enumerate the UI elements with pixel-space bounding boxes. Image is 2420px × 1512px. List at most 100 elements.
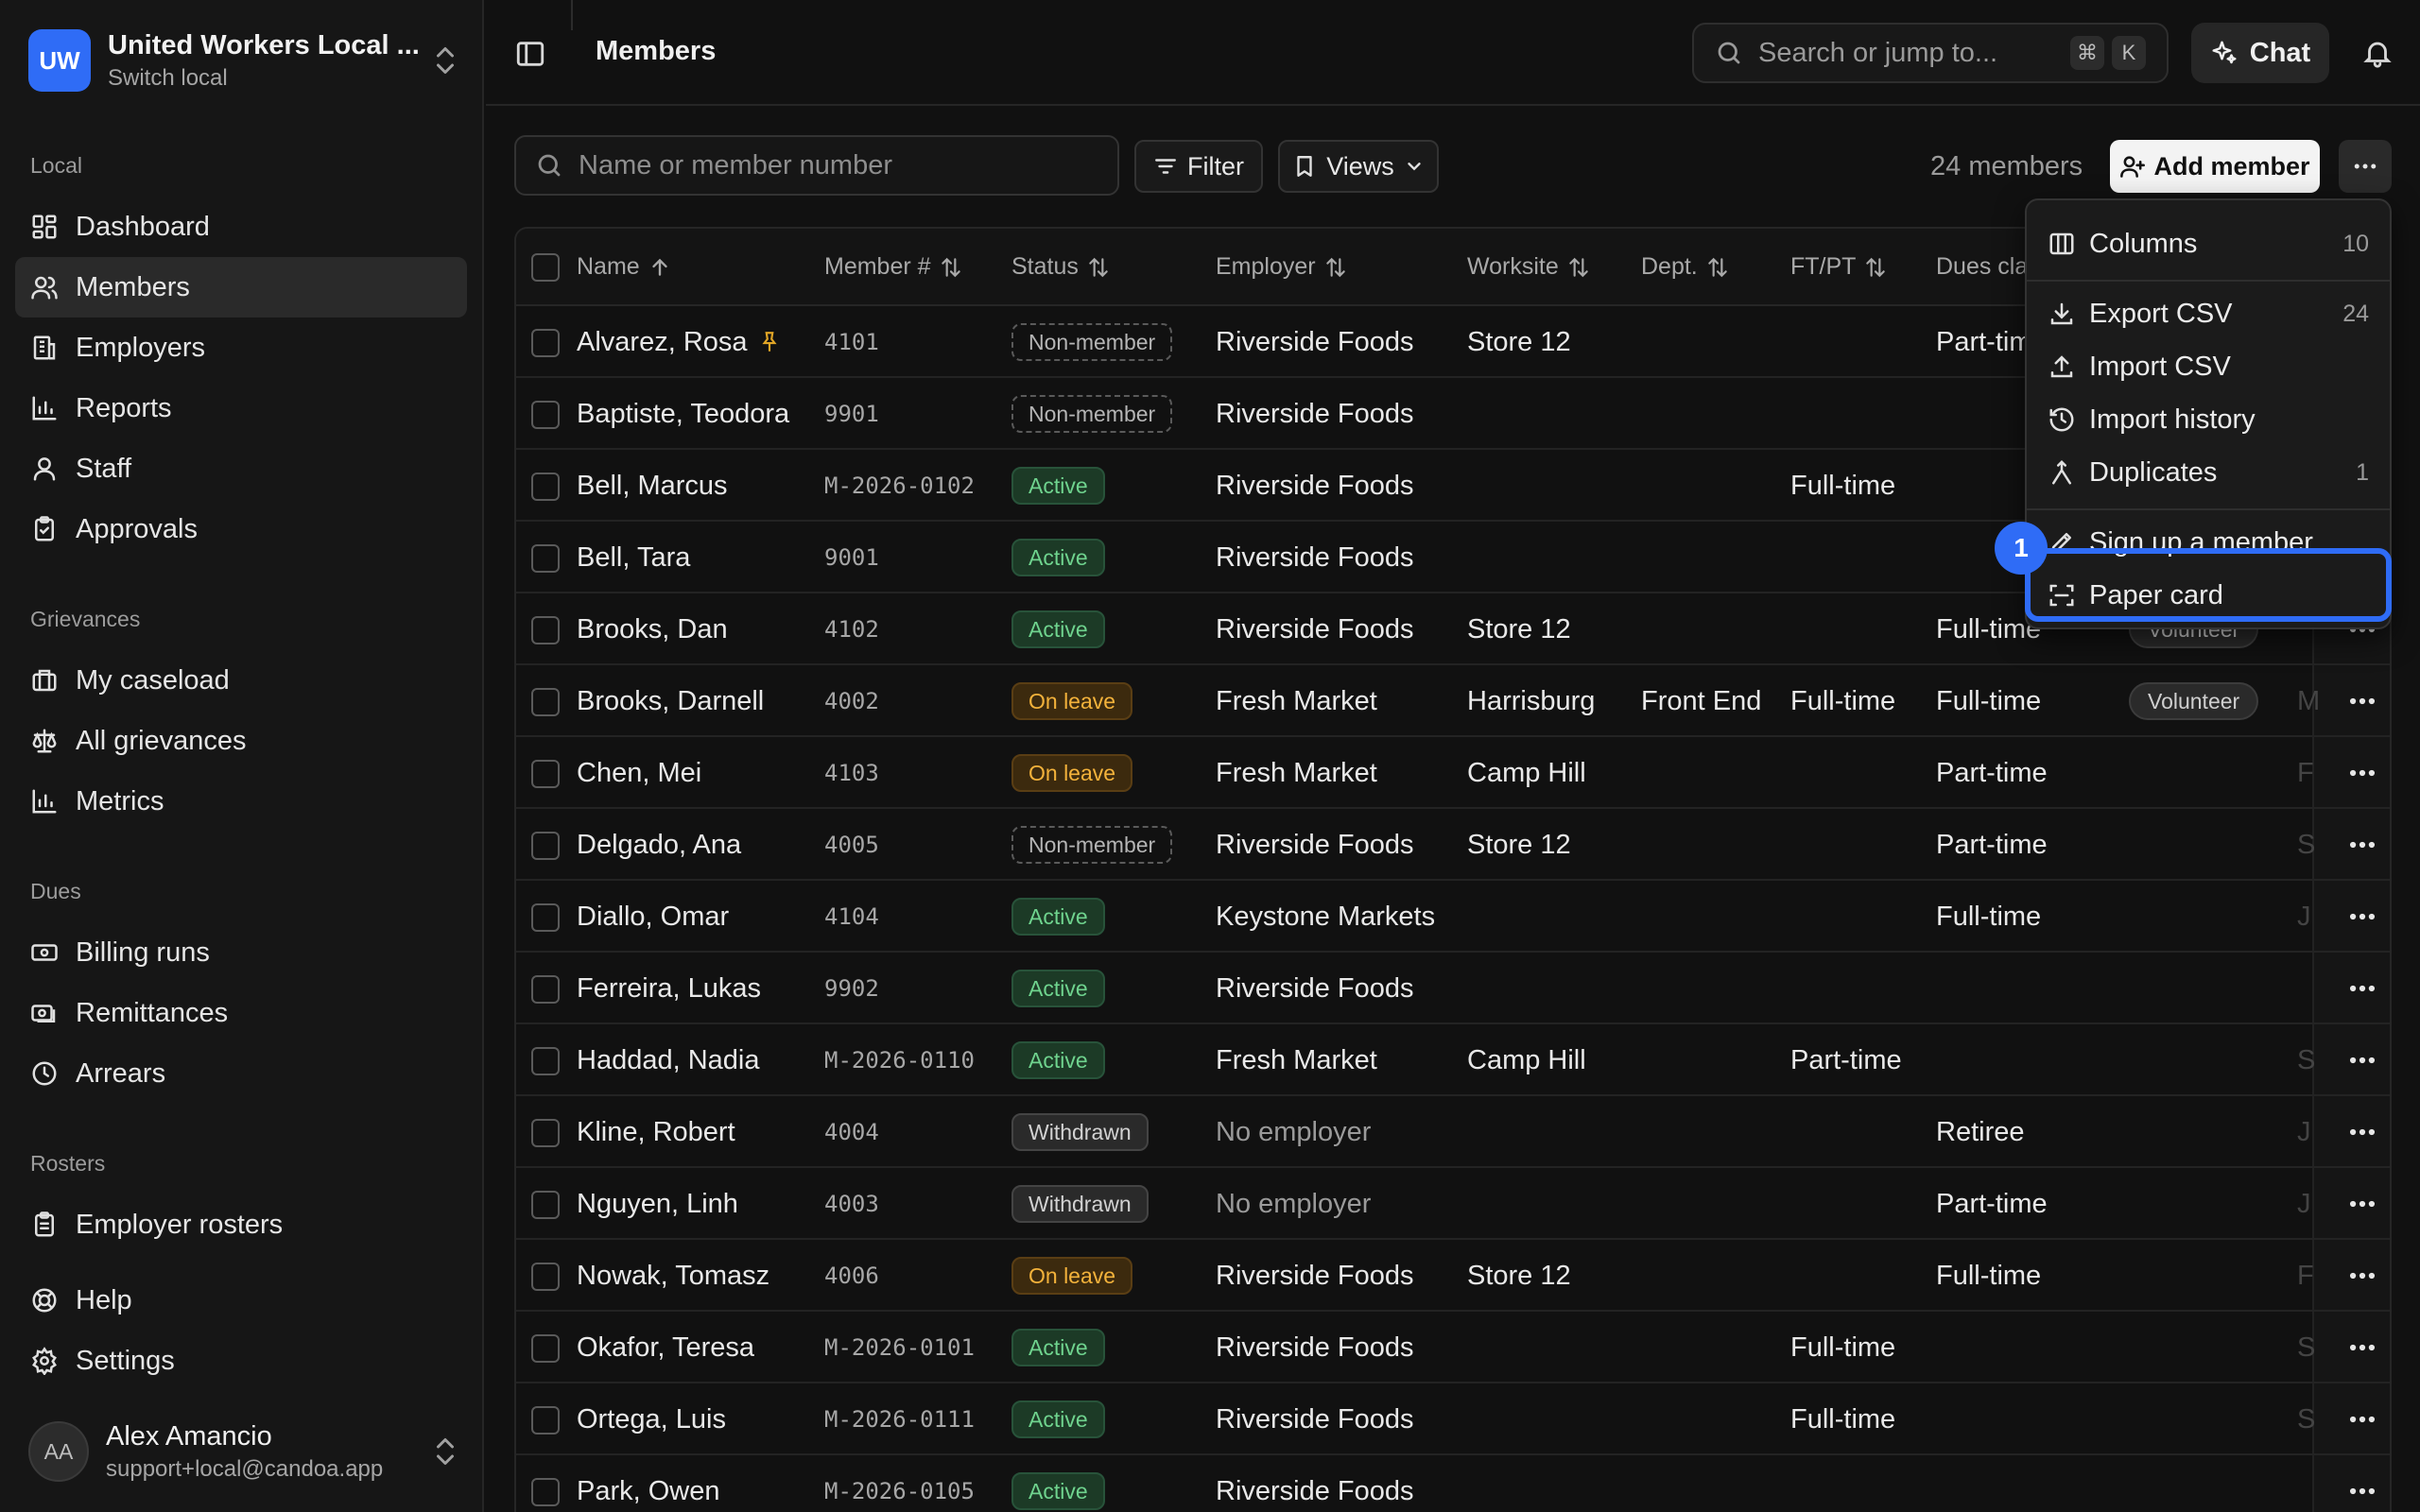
row-actions-icon[interactable] [2346,972,2378,1005]
column-header-name[interactable]: Name [577,253,672,281]
sidebar-item-arrears[interactable]: Arrears [15,1043,467,1104]
row-checkbox[interactable] [531,760,560,788]
member-name[interactable]: Brooks, Darnell [577,665,764,737]
menu-item-import-history[interactable]: Import history [2027,393,2390,446]
table-row[interactable]: Okafor, Teresa M-2026-0101 Active Riverside… [516,1312,2390,1383]
sidebar-item-help[interactable]: Help [15,1270,467,1331]
row-checkbox[interactable] [531,329,560,357]
member-name[interactable]: Nguyen, Linh [577,1168,738,1240]
member-name[interactable]: Alvarez, Rosa [577,306,782,378]
table-row[interactable]: Ferreira, Lukas 9902 Active Riverside Foods [516,953,2390,1024]
row-actions-icon[interactable] [2346,1475,2378,1507]
sidebar-item-staff[interactable]: Staff [15,438,467,499]
global-search-input[interactable]: Search or jump to... ⌘ K [1692,23,2169,83]
row-actions-icon[interactable] [2346,1116,2378,1148]
sidebar-item-settings[interactable]: Settings [15,1331,467,1391]
row-actions-icon[interactable] [2346,685,2378,717]
table-row[interactable]: Nowak, Tomasz 4006 On leave Riverside Foods… [516,1240,2390,1312]
sidebar-item-billing-runs[interactable]: Billing runs [15,922,467,983]
member-search-input[interactable]: Name or member number [514,135,1119,196]
select-all-checkbox[interactable] [531,253,560,282]
row-checkbox[interactable] [531,472,560,501]
row-checkbox[interactable] [531,1263,560,1291]
table-row[interactable]: Delgado, Ana 4005 Non-member Riverside Food… [516,809,2390,881]
row-actions-icon[interactable] [2346,1260,2378,1292]
sidebar-item-all-grievances[interactable]: All grievances [15,711,467,771]
sidebar-item-dashboard[interactable]: Dashboard [15,197,467,257]
sidebar-item-my-caseload[interactable]: My caseload [15,650,467,711]
member-name[interactable]: Ortega, Luis [577,1383,726,1455]
row-checkbox[interactable] [531,975,560,1004]
table-row[interactable]: Diallo, Omar 4104 Active Keystone Markets Fu… [516,881,2390,953]
member-name[interactable]: Kline, Robert [577,1096,735,1168]
table-row[interactable]: Ortega, Luis M-2026-0111 Active Riverside F… [516,1383,2390,1455]
row-checkbox[interactable] [531,832,560,860]
chat-button[interactable]: Chat [2191,23,2329,83]
member-name[interactable]: Nowak, Tomasz [577,1240,769,1312]
sidebar-item-reports[interactable]: Reports [15,378,467,438]
member-name[interactable]: Baptiste, Teodora [577,378,789,450]
row-checkbox[interactable] [531,1406,560,1435]
row-actions-icon[interactable] [2346,1403,2378,1435]
status-badge: Active [1011,539,1105,576]
filter-button[interactable]: Filter [1134,140,1263,193]
more-actions-button[interactable] [2339,140,2392,193]
column-header-worksite[interactable]: Worksite [1467,253,1591,281]
column-header-member-number[interactable]: Member # [824,253,963,281]
column-header-ftpt[interactable]: FT/PT [1790,253,1888,281]
add-member-button[interactable]: Add member [2110,140,2320,193]
table-row[interactable]: Haddad, Nadia M-2026-0110 Active Fresh Mark… [516,1024,2390,1096]
menu-item-import-csv[interactable]: Import CSV [2027,340,2390,393]
member-name[interactable]: Brooks, Dan [577,593,728,665]
row-checkbox[interactable] [531,688,560,716]
member-name[interactable]: Delgado, Ana [577,809,741,881]
member-name[interactable]: Okafor, Teresa [577,1312,754,1383]
local-switcher[interactable]: UW United Workers Local ... Switch local [28,26,459,94]
sidebar-item-employers[interactable]: Employers [15,318,467,378]
member-name-text: Park, Owen [577,1475,720,1506]
row-checkbox[interactable] [531,1334,560,1363]
column-header-status[interactable]: Status [1011,253,1111,281]
row-actions-icon[interactable] [2346,829,2378,861]
row-actions-icon[interactable] [2346,1188,2378,1220]
table-row[interactable]: Chen, Mei 4103 On leave Fresh Market Camp Hi… [516,737,2390,809]
sidebar-item-metrics[interactable]: Metrics [15,771,467,832]
sidebar-item-approvals[interactable]: Approvals [15,499,467,559]
sidebar-toggle-icon[interactable] [514,38,546,70]
sidebar-item-members[interactable]: Members [15,257,467,318]
column-header-employer[interactable]: Employer [1216,253,1348,281]
menu-item-export-csv[interactable]: Export CSV 24 [2027,287,2390,340]
row-checkbox[interactable] [531,616,560,644]
user-menu[interactable]: AA Alex Amancio support+local@candoa.app [28,1414,459,1489]
row-checkbox[interactable] [531,544,560,573]
row-checkbox[interactable] [531,1119,560,1147]
row-checkbox[interactable] [531,401,560,429]
member-name[interactable]: Diallo, Omar [577,881,729,953]
member-name[interactable]: Ferreira, Lukas [577,953,761,1024]
sidebar-item-remittances[interactable]: Remittances [15,983,467,1043]
row-actions-icon[interactable] [2346,757,2378,789]
column-header-dues-class[interactable]: Dues cla [1936,253,2028,281]
row-actions-icon[interactable] [2346,901,2378,933]
member-name[interactable]: Haddad, Nadia [577,1024,759,1096]
menu-item-columns[interactable]: Columns 10 [2027,217,2390,270]
row-checkbox[interactable] [531,1047,560,1075]
row-checkbox[interactable] [531,903,560,932]
menu-item-duplicates[interactable]: Duplicates 1 [2027,446,2390,499]
column-header-dept[interactable]: Dept. [1641,253,1730,281]
bell-icon[interactable] [2361,36,2394,70]
table-row[interactable]: Park, Owen M-2026-0105 Active Riverside Foo… [516,1455,2390,1512]
row-actions-icon[interactable] [2346,1332,2378,1364]
member-name[interactable]: Chen, Mei [577,737,701,809]
row-checkbox[interactable] [531,1478,560,1506]
table-row[interactable]: Kline, Robert 4004 Withdrawn No employer Ret… [516,1096,2390,1168]
row-actions-icon[interactable] [2346,1044,2378,1076]
sidebar-item-employer-rosters[interactable]: Employer rosters [15,1194,467,1255]
member-name[interactable]: Park, Owen [577,1455,720,1512]
views-button[interactable]: Views [1278,140,1439,193]
row-checkbox[interactable] [531,1191,560,1219]
table-row[interactable]: Brooks, Darnell 4002 On leave Fresh Market H… [516,665,2390,737]
member-name[interactable]: Bell, Marcus [577,450,728,522]
member-name[interactable]: Bell, Tara [577,522,690,593]
table-row[interactable]: Nguyen, Linh 4003 Withdrawn No employer Part… [516,1168,2390,1240]
